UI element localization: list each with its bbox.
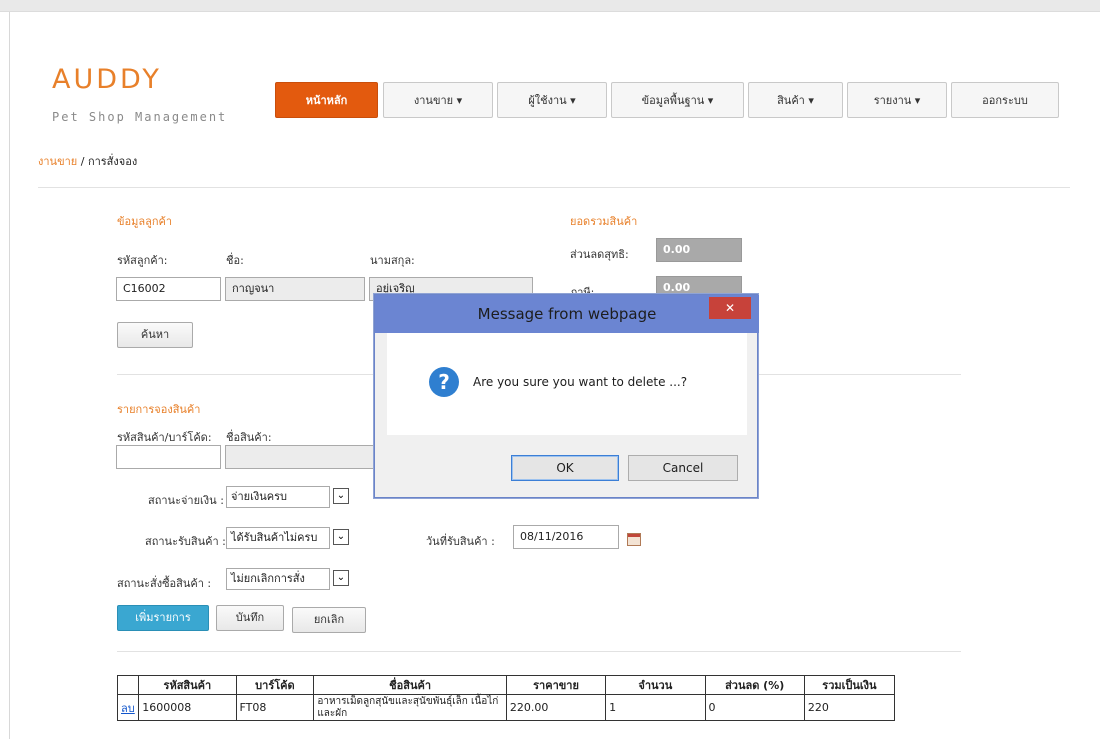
customer-code-input[interactable]: C16002: [116, 277, 221, 301]
payment-status-dropdown-icon[interactable]: ⌄: [333, 488, 349, 504]
table-header-discount: ส่วนลด (%): [704, 675, 805, 695]
breadcrumb-separator: /: [80, 155, 85, 168]
dialog-body: ? Are you sure you want to delete ...?: [387, 333, 747, 435]
receive-status-dropdown-icon[interactable]: ⌄: [333, 529, 349, 545]
app-logo: AUDDY: [52, 64, 162, 95]
order-items-table: รหัสสินค้า บาร์โค้ด ชื่อสินค้า ราคาขาย จ…: [116, 675, 896, 721]
order-status-dropdown-icon[interactable]: ⌄: [333, 570, 349, 586]
dialog-message: Are you sure you want to delete ...?: [473, 375, 688, 389]
header-divider: [38, 187, 1070, 188]
table-header-code: รหัสสินค้า: [138, 675, 237, 695]
customer-name-field[interactable]: กาญจนา: [225, 277, 365, 301]
table-header-row: รหัสสินค้า บาร์โค้ด ชื่อสินค้า ราคาขาย จ…: [116, 675, 896, 695]
net-discount-label: ส่วนลดสุทธิ:: [570, 248, 629, 261]
breadcrumb: งานขาย / การสั่งจอง: [38, 152, 137, 170]
table-header-product-name: ชื่อสินค้า: [313, 675, 507, 695]
order-status-select[interactable]: ไม่ยกเลิกการสั่ง: [226, 568, 330, 590]
table-row: ลบ 1600008 FT08 อาหารเม็ดลูกสุนัขและสุนั…: [116, 694, 896, 721]
page-left-border: [9, 12, 10, 739]
product-name-field[interactable]: [225, 445, 385, 469]
payment-status-select[interactable]: จ่ายเงินครบ: [226, 486, 330, 508]
add-item-button[interactable]: เพิ่มรายการ: [117, 605, 209, 631]
net-discount-field: 0.00: [656, 238, 742, 262]
dialog-title: Message from webpage: [477, 305, 657, 323]
receive-status-select[interactable]: ได้รับสินค้าไม่ครบ: [226, 527, 330, 549]
table-cell-code: 1600008: [138, 694, 237, 721]
delete-row-link[interactable]: ลบ: [121, 702, 135, 715]
table-cell-barcode: FT08: [235, 694, 315, 721]
customer-section-title: ข้อมูลลูกค้า: [117, 215, 173, 228]
order-status-label: สถานะสั่งซื้อสินค้า :: [117, 577, 212, 590]
payment-status-label: สถานะจ่ายเงิน :: [148, 494, 224, 507]
nav-logout[interactable]: ออกระบบ: [951, 82, 1059, 118]
nav-master-data[interactable]: ข้อมูลพื้นฐาน ▾: [611, 82, 744, 118]
customer-search-button[interactable]: ค้นหา: [117, 322, 193, 348]
table-divider: [117, 651, 961, 652]
calendar-icon[interactable]: [627, 533, 641, 546]
table-cell-qty: 1: [605, 694, 706, 721]
table-cell-price: 220.00: [505, 694, 607, 721]
receive-date-label: วันที่รับสินค้า :: [426, 535, 495, 548]
table-cell-product-name: อาหารเม็ดลูกสุนัขและสุนัขพันธุ์เล็ก เนื้…: [313, 694, 507, 721]
dialog-close-button[interactable]: ✕: [709, 297, 751, 319]
confirm-dialog: Message from webpage ✕ ? Are you sure yo…: [374, 294, 759, 498]
table-header-price: ราคาขาย: [505, 675, 607, 695]
breadcrumb-parent-link[interactable]: งานขาย: [38, 155, 77, 168]
product-name-label: ชื่อสินค้า:: [226, 431, 272, 444]
product-code-label: รหัสสินค้า/บาร์โค้ด:: [117, 431, 212, 444]
table-cell-total: 220: [803, 694, 896, 721]
nav-reports[interactable]: รายงาน ▾: [847, 82, 947, 118]
table-cell-discount: 0: [704, 694, 805, 721]
receive-status-label: สถานะรับสินค้า :: [145, 535, 226, 548]
nav-home[interactable]: หน้าหลัก: [275, 82, 378, 118]
receive-date-input[interactable]: 08/11/2016: [513, 525, 619, 549]
dialog-ok-button[interactable]: OK: [511, 455, 619, 481]
cancel-button[interactable]: ยกเลิก: [292, 607, 366, 633]
customer-surname-label: นามสกุล:: [370, 254, 415, 267]
app-tagline: Pet Shop Management: [52, 110, 228, 124]
breadcrumb-current: การสั่งจอง: [87, 155, 138, 168]
dialog-cancel-button[interactable]: Cancel: [628, 455, 738, 481]
nav-products[interactable]: สินค้า ▾: [748, 82, 843, 118]
nav-sales[interactable]: งานขาย ▾: [383, 82, 493, 118]
summary-section-title: ยอดรวมสินค้า: [570, 215, 638, 228]
table-header-barcode: บาร์โค้ด: [235, 675, 315, 695]
table-header-action: [116, 675, 140, 695]
order-section-title: รายการจองสินค้า: [117, 403, 201, 416]
product-code-input[interactable]: [116, 445, 221, 469]
nav-users[interactable]: ผู้ใช้งาน ▾: [497, 82, 607, 118]
table-header-total: รวมเป็นเงิน: [803, 675, 896, 695]
table-cell-action: ลบ: [116, 694, 140, 721]
question-icon: ?: [429, 367, 459, 397]
customer-code-label: รหัสลูกค้า:: [117, 254, 168, 267]
table-header-qty: จำนวน: [605, 675, 706, 695]
browser-top-band: [0, 0, 1100, 12]
save-button[interactable]: บันทึก: [216, 605, 284, 631]
customer-name-label: ชื่อ:: [226, 254, 244, 267]
